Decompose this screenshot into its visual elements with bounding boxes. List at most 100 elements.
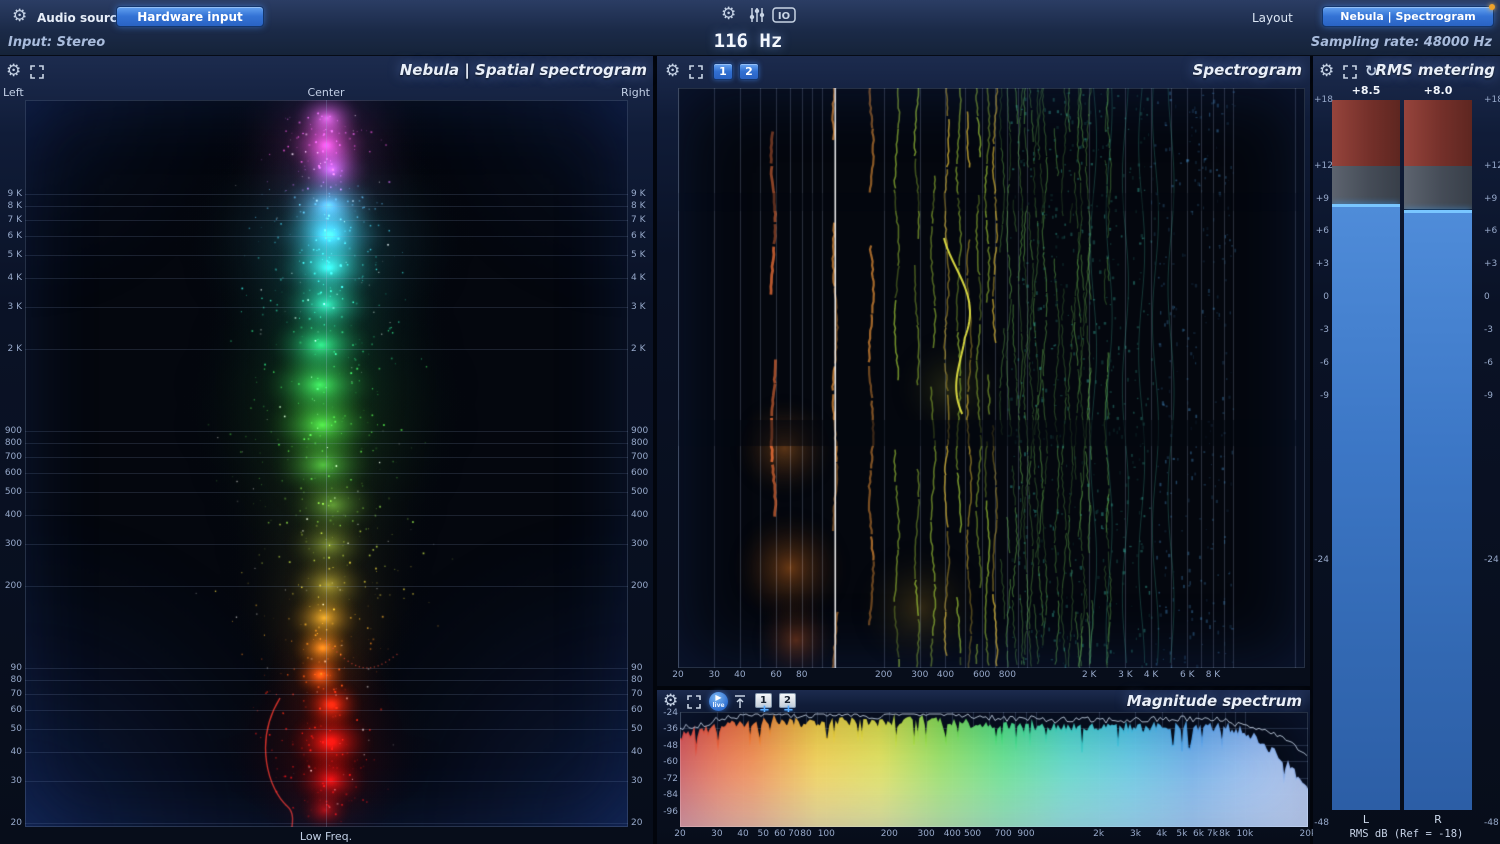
nebula-freq-tick-right: 700	[631, 452, 649, 463]
spectrogram-x-tick: 400	[936, 670, 955, 680]
nebula-spectral-cloud[interactable]	[25, 100, 628, 827]
live-label: live	[712, 702, 725, 709]
pan-center-label: Center	[307, 86, 345, 99]
mixer-sliders-icon[interactable]	[748, 6, 766, 24]
rms-scale-tick-right: 0	[1484, 292, 1490, 303]
spectrogram-fullscreen-icon[interactable]	[689, 65, 703, 79]
nebula-freq-tick-right: 800	[631, 438, 649, 449]
nebula-freq-tick-right: 900	[631, 426, 649, 437]
nebula-freq-tick-right: 60	[631, 704, 643, 715]
magnitude-db-tick: -84	[663, 790, 678, 801]
audio-source-label: Audio source	[37, 11, 126, 25]
magnitude-freq-tick: 100	[817, 829, 835, 839]
spectrogram-x-tick: 2 K	[1081, 670, 1097, 680]
layout-button[interactable]: Layout	[1252, 11, 1293, 25]
rms-scale-tick-right: -3	[1484, 324, 1493, 335]
spectrogram-settings-gear-icon[interactable]: ⚙	[665, 63, 680, 80]
rms-scale-tick-left: -24	[1314, 554, 1329, 565]
magnitude-freq-tick: 10k	[1236, 829, 1254, 839]
nebula-freq-tick-right: 3 K	[631, 302, 646, 313]
nebula-freq-tick-left: 6 K	[7, 230, 23, 241]
rms-scale-tick-right: +3	[1484, 259, 1498, 270]
rms-meter-left[interactable]	[1332, 100, 1400, 810]
channel-label-left: L	[1362, 813, 1370, 826]
magnitude-db-tick: -48	[663, 740, 678, 751]
meter-zone-fill	[1332, 207, 1400, 810]
magnitude-freq-tick: 700	[994, 829, 1012, 839]
nebula-freq-tick-left: 7 K	[7, 215, 23, 226]
nebula-settings-gear-icon[interactable]: ⚙	[6, 63, 21, 80]
live-play-button[interactable]: ▶ live	[709, 692, 728, 711]
nebula-freq-tick-left: 90	[10, 663, 22, 674]
rms-scale-tick-right: +18	[1484, 95, 1500, 105]
nebula-freq-tick-right: 50	[631, 723, 643, 734]
spectrogram-x-tick: 8 K	[1205, 670, 1221, 680]
spectrogram-channel-1-button[interactable]: 1	[713, 63, 733, 80]
rms-scale-tick-left: +3	[1315, 259, 1329, 270]
rms-scale-tick-right: -24	[1484, 554, 1499, 565]
rms-meter-right[interactable]	[1404, 100, 1472, 810]
magnitude-spectrum-display[interactable]	[680, 712, 1308, 827]
nebula-freq-tick-left: 60	[10, 704, 22, 715]
magnitude-freq-tick: 60	[774, 829, 786, 839]
magnitude-freq-tick: 40	[737, 829, 749, 839]
status-dot	[1489, 4, 1495, 10]
nebula-freq-tick-left: 300	[4, 539, 22, 550]
nebula-freq-tick-left: 70	[10, 689, 22, 700]
spectrogram-plot-area[interactable]	[678, 88, 1305, 668]
rms-scale-tick-right: -9	[1484, 390, 1493, 401]
rms-settings-gear-icon[interactable]: ⚙	[1319, 63, 1334, 80]
nebula-freq-tick-right: 30	[631, 776, 643, 787]
magnitude-fullscreen-icon[interactable]	[687, 695, 701, 709]
magnitude-title: Magnitude spectrum	[1126, 692, 1302, 710]
rms-value-right: +8.0	[1423, 84, 1453, 97]
magnitude-db-tick: -72	[663, 773, 678, 784]
nebula-freq-tick-left: 2 K	[7, 344, 23, 354]
nebula-freq-tick-left: 500	[4, 486, 22, 497]
rms-footer-label: RMS dB (Ref = -18)	[1349, 828, 1464, 840]
hardware-input-button[interactable]: Hardware input	[116, 6, 264, 27]
magnitude-db-tick: -60	[663, 757, 678, 768]
rms-title: RMS metering	[1375, 61, 1495, 79]
topbar: ⚙ Audio source Hardware input Input: Ste…	[0, 0, 1500, 56]
meter-zone-headroom	[1404, 165, 1472, 210]
magnitude-freq-tick: 3k	[1129, 829, 1141, 839]
rms-scale-tick-right: -48	[1484, 817, 1499, 828]
rms-fullscreen-icon[interactable]	[1343, 65, 1357, 79]
spectrogram-channel-2-button[interactable]: 2	[739, 63, 759, 80]
audio-source-gear-icon[interactable]: ⚙	[12, 8, 27, 25]
magnitude-freq-tick: 500	[963, 829, 982, 839]
pan-left-label: Left	[3, 86, 24, 99]
nebula-freq-tick-left: 900	[4, 426, 22, 437]
global-settings-gear-icon[interactable]: ⚙	[721, 6, 736, 23]
nebula-freq-tick-left: 5 K	[7, 249, 23, 260]
nebula-fullscreen-icon[interactable]	[30, 65, 44, 79]
preset-selector-button[interactable]: Nebula | Spectrogram	[1322, 6, 1494, 27]
magnitude-db-tick: -36	[663, 724, 678, 735]
nebula-freq-tick-right: 70	[631, 689, 643, 700]
frequency-readout: 116 Hz	[713, 30, 783, 52]
spectrogram-x-tick: 6 K	[1180, 670, 1195, 680]
nebula-plot-area[interactable]	[25, 100, 628, 827]
magnitude-settings-gear-icon[interactable]: ⚙	[663, 693, 678, 710]
nebula-freq-tick-right: 7 K	[631, 215, 646, 226]
spectrogram-x-tick: 800	[998, 670, 1016, 680]
nebula-freq-tick-right: 9 K	[631, 189, 646, 200]
magnitude-freq-tick: 2k	[1093, 829, 1105, 839]
nebula-freq-tick-left: 30	[10, 776, 22, 787]
spectrogram-x-tick: 200	[875, 670, 893, 680]
nebula-freq-tick-left: 800	[4, 438, 22, 449]
normalize-icon[interactable]	[734, 695, 746, 709]
nebula-freq-tick-right: 300	[631, 539, 649, 550]
nebula-freq-tick-right: 20	[631, 818, 643, 828]
nebula-freq-tick-right: 2 K	[631, 344, 646, 354]
rms-scale-tick-right: -6	[1484, 357, 1493, 368]
nebula-freq-tick-right: 200	[631, 581, 649, 591]
nebula-freq-tick-right: 90	[631, 663, 643, 674]
nebula-freq-tick-right: 500	[631, 486, 649, 497]
rms-scale-tick-left: -9	[1320, 390, 1329, 401]
spectrogram-display[interactable]	[678, 88, 1305, 668]
magnitude-plot-area[interactable]	[680, 712, 1308, 827]
io-routing-icon[interactable]: IO	[772, 7, 796, 23]
magnitude-freq-tick: 20	[674, 829, 686, 839]
